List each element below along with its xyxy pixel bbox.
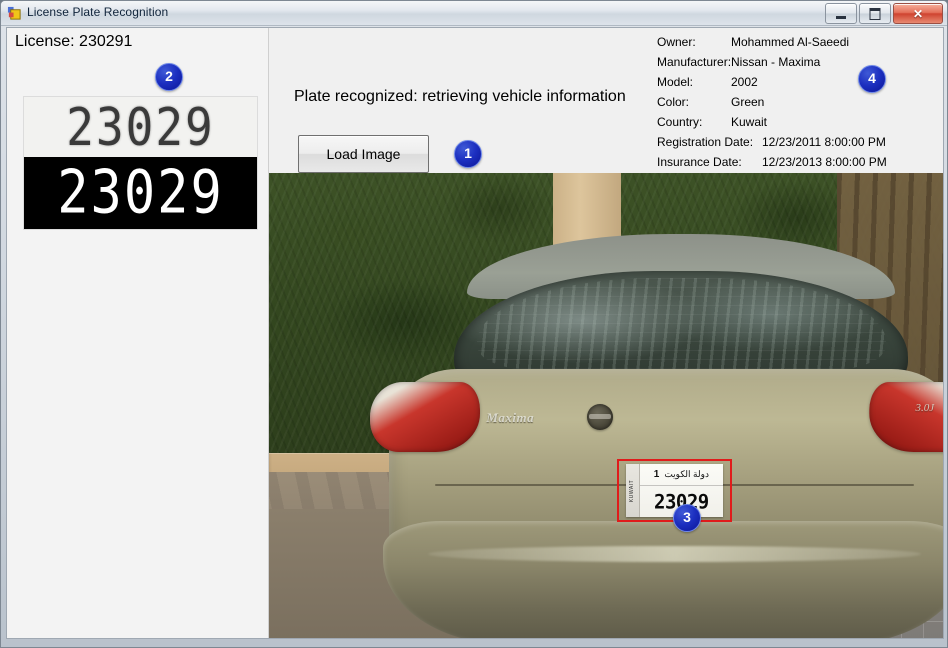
plate-crop-grayscale: 23029 xyxy=(24,97,257,157)
info-label-registration-date: Registration Date: xyxy=(657,135,754,149)
info-row-model: Model: 2002 xyxy=(657,73,942,93)
info-row-insurance-date: Insurance Date: 12/23/2013 8:00:00 PM xyxy=(657,153,942,173)
client-area: License: 230291 23029 23029 Plate recogn… xyxy=(6,27,944,639)
status-message: Plate recognized: retrieving vehicle inf… xyxy=(294,88,626,105)
license-label: License: 230291 xyxy=(15,33,133,50)
car-bumper xyxy=(382,521,943,638)
info-label-manufacturer: Manufacturer: xyxy=(657,55,732,69)
minimize-button[interactable] xyxy=(825,3,857,24)
info-value-country: Kuwait xyxy=(731,115,768,129)
plate-serial-text: 1 xyxy=(653,468,660,480)
info-row-color: Color: Green xyxy=(657,93,942,113)
load-image-button[interactable]: Load Image xyxy=(298,135,429,173)
car-badge-maxima: Maxima xyxy=(486,410,535,426)
info-row-owner: Owner: Mohammed Al-Saeedi xyxy=(657,33,942,53)
marker-4: 4 xyxy=(858,65,886,93)
maximize-button[interactable] xyxy=(859,3,891,24)
plate-crop-binarized-text: 23029 xyxy=(57,158,224,228)
info-label-owner: Owner: xyxy=(657,35,696,49)
info-value-registration-date: 12/23/2011 8:00:00 PM xyxy=(762,135,886,149)
close-button[interactable]: ✕ xyxy=(893,3,943,24)
plate-country-text: KUWAIT xyxy=(629,479,636,502)
plate-crop-grayscale-text: 23029 xyxy=(66,96,215,158)
vehicle-photo: Maxima 3.0J KUWAIT 1 دولة الكويت 23029 xyxy=(269,173,943,638)
info-row-registration-date: Registration Date: 12/23/2011 8:00:00 PM xyxy=(657,133,942,153)
marker-2: 2 xyxy=(155,63,183,91)
info-label-color: Color: xyxy=(657,95,690,109)
plate-crop-panel: 23029 23029 xyxy=(24,97,257,229)
car-taillight-left xyxy=(369,381,480,452)
car: Maxima 3.0J KUWAIT 1 دولة الكويت 23029 xyxy=(350,233,943,638)
marker-3: 3 xyxy=(673,504,701,532)
info-label-model: Model: xyxy=(657,75,694,89)
vehicle-info-panel: Owner: Mohammed Al-Saeedi Manufacturer: … xyxy=(657,33,942,173)
maximize-icon xyxy=(869,7,881,20)
plate-top-row: 1 دولة الكويت xyxy=(639,464,724,486)
app-window: License Plate Recognition ✕ License: 230… xyxy=(0,0,948,648)
car-badge-trim: 3.0J xyxy=(915,402,935,415)
info-label-insurance-date: Insurance Date: xyxy=(657,155,742,169)
window-controls: ✕ xyxy=(825,3,943,24)
plate-country-strip: KUWAIT xyxy=(625,463,640,518)
info-row-manufacturer: Manufacturer: Nissan - Maxima xyxy=(657,53,942,73)
plate-crop-binarized: 23029 xyxy=(24,157,257,229)
photo-scene: Maxima 3.0J KUWAIT 1 دولة الكويت 23029 xyxy=(269,173,943,638)
plate-arabic-text: دولة الكويت xyxy=(664,468,709,479)
info-label-country: Country: xyxy=(657,115,703,129)
info-value-insurance-date: 12/23/2013 8:00:00 PM xyxy=(762,155,887,169)
app-icon xyxy=(7,6,21,20)
info-value-owner: Mohammed Al-Saeedi xyxy=(731,35,850,49)
title-bar[interactable]: License Plate Recognition ✕ xyxy=(1,1,947,26)
info-value-color: Green xyxy=(731,95,765,109)
info-value-model: 2002 xyxy=(731,75,758,89)
info-value-manufacturer: Nissan - Maxima xyxy=(731,55,821,69)
window-title: License Plate Recognition xyxy=(27,5,169,19)
marker-1: 1 xyxy=(454,140,482,168)
minimize-icon xyxy=(836,16,846,19)
close-icon: ✕ xyxy=(912,6,924,21)
info-row-country: Country: Kuwait xyxy=(657,113,942,133)
